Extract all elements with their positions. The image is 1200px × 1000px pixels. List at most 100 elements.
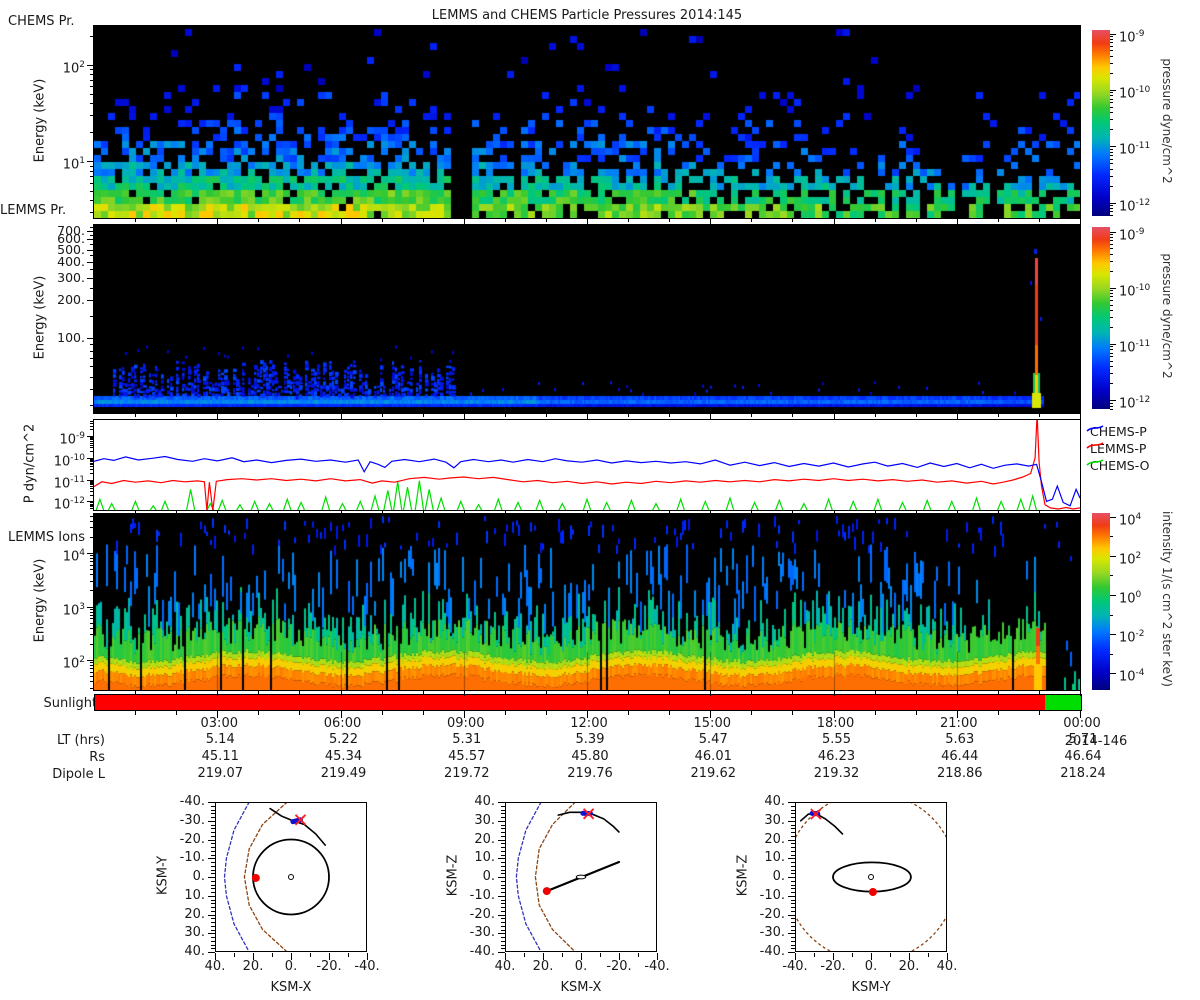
ephemeris-value: 218.24 (1060, 766, 1106, 781)
ions-ytick-label: 103 (62, 601, 85, 618)
minor-tick (90, 558, 94, 560)
orbit-y-tick (211, 813, 215, 815)
colorbar-major-tick (1110, 33, 1116, 35)
minor-tick (90, 676, 94, 678)
orbit-y-tick (788, 877, 795, 878)
colorbar-minor-tick (1110, 205, 1113, 207)
orbit-y-tick (498, 858, 505, 860)
orbit-y-tick (791, 888, 795, 890)
minor-tick (90, 170, 94, 172)
orbit-y-tick (791, 880, 795, 882)
minor-tick (90, 507, 94, 509)
orbit-y-tick (791, 854, 795, 856)
axis-label-energy-1: Energy (keV) (32, 78, 48, 163)
pressure-ytick-label: 10-10 (53, 452, 85, 470)
time-axis-tick (874, 711, 876, 715)
colorbar-minor-tick (1110, 98, 1113, 100)
minor-tick (90, 103, 94, 105)
orbit-y-tick (211, 835, 215, 837)
orbit-y-tick (211, 925, 215, 927)
colorbar-minor-tick (1110, 151, 1113, 153)
panel-hour-tick (669, 219, 671, 222)
orbit-y-tick (791, 865, 795, 867)
orbit-x-tick (852, 953, 853, 957)
major-tick (87, 230, 94, 232)
panel-hour-tick (463, 691, 465, 696)
minor-tick (90, 527, 94, 529)
chems-spectrogram-panel (93, 25, 1081, 219)
colorbar-minor-tick (1110, 50, 1113, 52)
panel-hour-tick (381, 691, 383, 694)
orbit-y-tick (501, 828, 505, 830)
orbit-y-tick (501, 880, 505, 882)
colorbar-minor-tick (1110, 95, 1113, 97)
figure-title: LEMMS and CHEMS Particle Pressures 2014:… (431, 8, 743, 23)
orbit-x-axis-title: KSM-X (560, 980, 602, 995)
ions-ytick-label: 104 (62, 548, 85, 565)
panel-hour-tick (340, 219, 342, 224)
time-tick-label: 21:00 (940, 716, 978, 731)
major-tick (87, 261, 94, 263)
orbit-y-tick (791, 805, 795, 807)
saturn-marker (868, 874, 874, 880)
colorbar-major-tick (1110, 400, 1116, 402)
panel-hour-tick (258, 511, 260, 514)
colorbar-minor-tick (1110, 148, 1113, 150)
time-axis-tick (176, 711, 178, 715)
minor-tick (90, 344, 94, 346)
minor-tick (90, 681, 94, 683)
orbit-y-tick (791, 937, 795, 938)
time-axis-tick (299, 711, 301, 715)
colorbar-tick-label: 10-2 (1119, 629, 1145, 646)
colorbar-minor-tick (1110, 270, 1113, 272)
titan-position-dot (868, 888, 877, 896)
minor-tick (90, 115, 94, 117)
panel-hour-tick (751, 511, 753, 514)
orbit-y-tick (791, 944, 795, 946)
orbit-y-axis-title: KSM-Z (735, 854, 751, 897)
panel-hour-tick (258, 219, 260, 222)
minor-tick (90, 287, 94, 289)
colorbar-minor-tick (1110, 92, 1113, 94)
colorbar-tick-label: 10-11 (1119, 338, 1151, 356)
panel-hour-tick (176, 691, 178, 694)
minor-tick (90, 35, 94, 37)
minor-tick (90, 502, 94, 504)
panel-hour-tick (997, 219, 999, 222)
colorbar-minor-tick (1110, 310, 1113, 312)
minor-tick (90, 447, 94, 449)
panel-hour-tick (915, 219, 917, 222)
legend-line (1086, 425, 1104, 432)
orbit-y-tick (498, 895, 505, 897)
ephemeris-value: 45.34 (324, 749, 363, 764)
orbit-y-tick (791, 850, 795, 852)
minor-tick (90, 451, 94, 453)
minor-tick (90, 442, 94, 444)
orbit-y-tick (501, 925, 505, 927)
orbit-x-tick-label: -40. (644, 959, 670, 974)
minor-tick (90, 255, 94, 257)
minor-tick (90, 494, 94, 496)
panel-hour-tick (381, 511, 383, 514)
major-tick (87, 300, 94, 302)
orbit-y-tick (788, 933, 795, 935)
colorbar-minor-tick (1110, 155, 1113, 157)
minor-tick (90, 561, 94, 563)
minor-tick (90, 627, 94, 629)
magnetopause-curve (534, 802, 576, 952)
orbit-y-tick (501, 832, 505, 833)
minor-tick (90, 464, 94, 466)
minor-tick (90, 461, 94, 463)
time-axis-tick (997, 711, 999, 715)
ephemeris-value: 46.64 (1064, 749, 1102, 764)
minor-tick (90, 79, 94, 81)
ephemeris-value: 5.55 (822, 732, 851, 747)
panel-hour-tick (1080, 691, 1081, 696)
colorbar-minor-tick (1110, 536, 1113, 538)
minor-tick (90, 580, 94, 582)
minor-tick (90, 503, 94, 505)
colorbar-tick-label: 104 (1119, 511, 1142, 528)
orbit-y-tick (501, 922, 505, 923)
lemms-spectrogram-panel (93, 224, 1081, 414)
saturn-marker (288, 874, 294, 880)
